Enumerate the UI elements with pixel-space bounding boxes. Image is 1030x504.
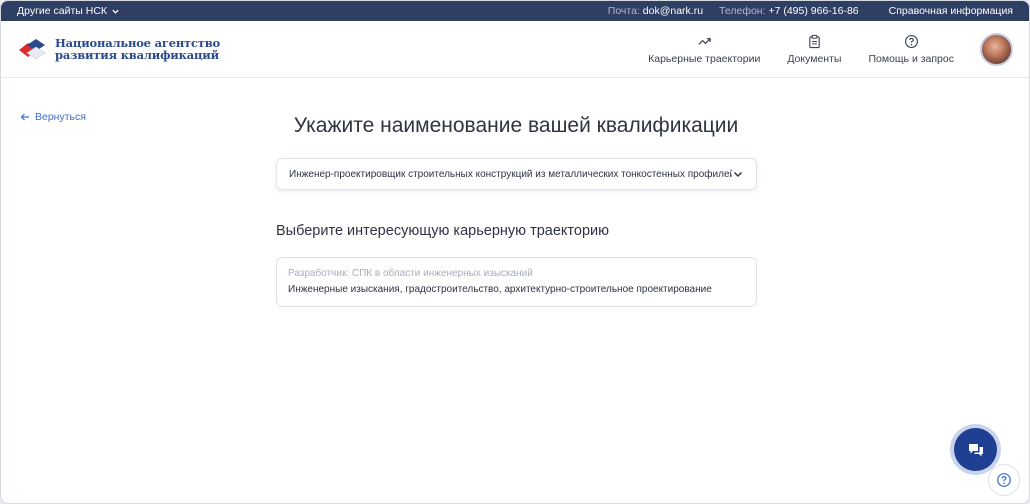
- trending-up-icon: [698, 37, 711, 45]
- other-sites-dropdown[interactable]: Другие сайты НСК: [17, 5, 120, 17]
- phone-label: Телефон:: [719, 5, 766, 17]
- page-title: Укажите наименование вашей квалификации: [293, 114, 739, 137]
- email-contact: Почта: dok@nark.ru: [608, 5, 703, 17]
- nav-documents[interactable]: Документы: [787, 34, 841, 65]
- chat-icon: [968, 443, 983, 456]
- logo[interactable]: Национальное агентство развития квалифик…: [17, 37, 220, 61]
- top-bar: Другие сайты НСК Почта: dok@nark.ru Теле…: [1, 1, 1029, 21]
- user-avatar[interactable]: [980, 32, 1013, 66]
- other-sites-label: Другие сайты НСК: [17, 5, 108, 17]
- chevron-down-icon: [112, 9, 119, 14]
- phone-contact: Телефон: +7 (495) 966-16-86: [719, 5, 859, 17]
- trajectory-card[interactable]: Разработчик: СПК в области инженерных из…: [276, 257, 757, 307]
- section-subtitle: Выберите интересующую карьерную траектор…: [276, 223, 609, 239]
- nav-career-trajectories[interactable]: Карьерные траектории: [648, 34, 760, 65]
- question-icon: [997, 473, 1011, 487]
- qualification-selected-value: Инженер-проектировщик строительных конст…: [289, 168, 732, 180]
- nav-label: Помощь и запрос: [868, 52, 954, 65]
- trajectory-area: Инженерные изыскания, градостроительство…: [288, 284, 712, 295]
- logo-mark-icon: [19, 39, 46, 60]
- chevron-down-icon: [733, 171, 743, 178]
- nav-help-request[interactable]: Помощь и запрос: [868, 34, 954, 65]
- trajectory-developer: Разработчик: СПК в области инженерных из…: [288, 268, 533, 279]
- header: Национальное агентство развития квалифик…: [1, 21, 1029, 78]
- chat-button[interactable]: [954, 428, 997, 471]
- email-label: Почта:: [607, 5, 640, 17]
- clipboard-icon: [809, 34, 820, 48]
- email-link[interactable]: dok@nark.ru: [643, 5, 703, 17]
- main-nav: Карьерные траектории Документы Помощь и …: [648, 34, 954, 65]
- qualification-select[interactable]: Инженер-проектировщик строительных конст…: [276, 158, 757, 190]
- logo-text: Национальное агентство развития квалифик…: [55, 37, 220, 61]
- phone-link[interactable]: +7 (495) 966-16-86: [768, 5, 858, 17]
- logo-line-2: развития квалификаций: [55, 48, 219, 62]
- app-frame: Другие сайты НСК Почта: dok@nark.ru Теле…: [0, 0, 1030, 504]
- nav-label: Карьерные траектории: [648, 52, 761, 65]
- question-icon: [904, 34, 918, 48]
- help-button[interactable]: [988, 464, 1020, 496]
- nav-label: Документы: [787, 52, 842, 65]
- reference-info-link[interactable]: Справочная информация: [889, 5, 1013, 17]
